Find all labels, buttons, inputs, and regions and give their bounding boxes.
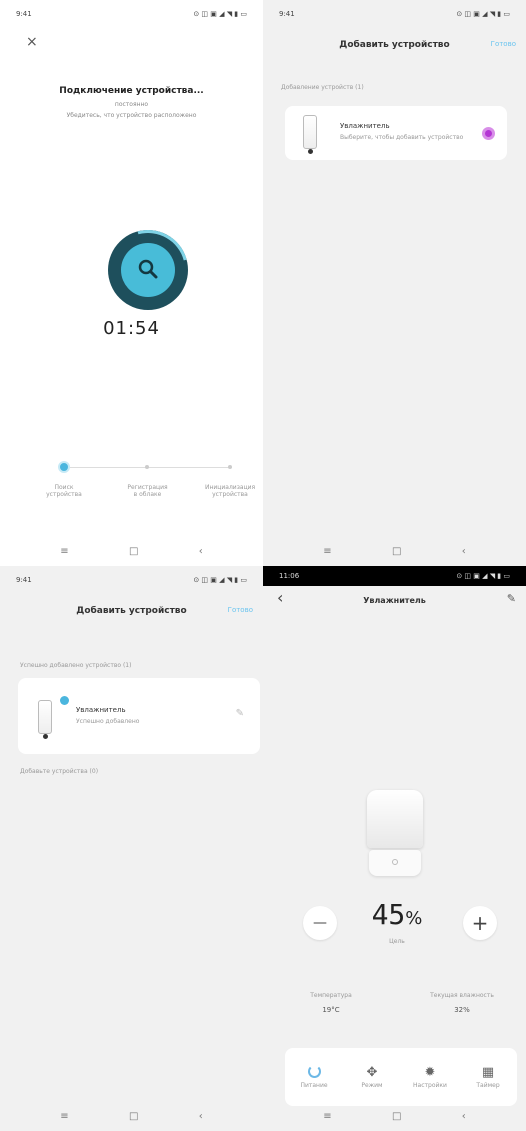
step-label: Регистрация в облаке (127, 484, 168, 498)
humidifier-image (367, 790, 423, 848)
page-title: Увлажнитель (363, 596, 426, 605)
grid-icon: ▦ (481, 1065, 495, 1080)
menu-nav-button[interactable]: ≡ (323, 1111, 331, 1122)
device-desc: Выберите, чтобы добавить устройство (340, 134, 464, 141)
step-dot-active (58, 461, 70, 473)
home-nav-button[interactable]: □ (129, 546, 138, 557)
page-title: Добавить устройство (339, 40, 450, 50)
device-name: Увлажнитель (76, 706, 126, 714)
home-nav-button[interactable]: □ (129, 1111, 138, 1122)
connecting-title: Подключение устройства... (59, 86, 204, 96)
status-icons: ⊙ ◫ ▣ ◢ ◥ ▮ ▭ (456, 10, 510, 18)
current-humidity-value: 32% (454, 1006, 470, 1014)
screenshot-grid: 9:41 ⊙ ◫ ▣ ◢ ◥ ▮ ▭ × Подключение устройс… (0, 0, 526, 1131)
device-added-panel: 9:41 ⊙ ◫ ▣ ◢ ◥ ▮ ▭ Добавить устройство Г… (0, 566, 263, 1131)
status-time: 9:41 (279, 10, 295, 18)
tab-timer[interactable]: ▦ Таймер (463, 1065, 513, 1089)
humidifier-control-panel: 11:06 ⊙ ◫ ▣ ◢ ◥ ▮ ▭ ‹ Увлажнитель ✎ — 45… (263, 566, 526, 1131)
current-humidity-label: Текущая влажность (430, 992, 494, 999)
done-button[interactable]: Готово (491, 40, 516, 48)
step-label: Поиск устройства (46, 484, 82, 498)
tab-settings[interactable]: ✹ Настройки (405, 1065, 455, 1089)
tab-label: Настройки (413, 1082, 447, 1089)
humidifier-icon (303, 115, 317, 154)
control-tabs: Питание ✥ Режим ✹ Настройки ▦ Таймер (285, 1048, 517, 1106)
page-title: Добавить устройство (76, 606, 187, 616)
section-label: Успешно добавлено устройство (1) (20, 662, 132, 669)
status-icons: ⊙ ◫ ▣ ◢ ◥ ▮ ▭ (456, 572, 510, 580)
back-nav-button[interactable]: ‹ (462, 1111, 466, 1122)
status-icons: ⊙ ◫ ▣ ◢ ◥ ▮ ▭ (193, 10, 247, 18)
home-nav-button[interactable]: □ (392, 1111, 401, 1122)
device-card[interactable]: Увлажнитель Успешно добавлено ✎ (18, 678, 260, 754)
system-nav-bar: ≡ □ ‹ (0, 536, 263, 566)
increase-button[interactable]: + (463, 906, 497, 940)
step-dot (228, 465, 232, 469)
tab-label: Таймер (476, 1082, 500, 1089)
close-icon[interactable]: × (26, 34, 38, 50)
status-bar: 9:41 ⊙ ◫ ▣ ◢ ◥ ▮ ▭ (0, 0, 263, 28)
tab-label: Питание (300, 1082, 328, 1089)
added-badge-icon (60, 696, 69, 705)
edit-icon[interactable]: ✎ (236, 708, 244, 719)
temperature-label: Температура (310, 992, 352, 999)
humidifier-icon (38, 700, 52, 739)
add-device-panel: 9:41 ⊙ ◫ ▣ ◢ ◥ ▮ ▭ Добавить устройство Г… (263, 0, 526, 566)
mode-icon: ✥ (366, 1065, 378, 1080)
humidity-value: 45 (371, 898, 406, 931)
edit-icon[interactable]: ✎ (507, 592, 516, 605)
device-card[interactable]: Увлажнитель Выберите, чтобы добавить уст… (285, 106, 507, 160)
menu-nav-button[interactable]: ≡ (323, 546, 331, 557)
menu-nav-button[interactable]: ≡ (60, 546, 68, 557)
countdown-timer: 01:54 (103, 318, 160, 339)
connecting-hint: Убедитесь, что устройство расположено (66, 112, 197, 119)
humidifier-light-icon (392, 859, 398, 865)
connecting-panel: 9:41 ⊙ ◫ ▣ ◢ ◥ ▮ ▭ × Подключение устройс… (0, 0, 263, 566)
tab-label: Режим (361, 1082, 383, 1089)
back-nav-button[interactable]: ‹ (462, 546, 466, 557)
section-label: Добавление устройств (1) (281, 84, 364, 91)
status-bar: 11:06 ⊙ ◫ ▣ ◢ ◥ ▮ ▭ (263, 566, 526, 586)
done-button[interactable]: Готово (228, 606, 253, 614)
status-bar: 9:41 ⊙ ◫ ▣ ◢ ◥ ▮ ▭ (0, 566, 263, 594)
device-name: Увлажнитель (340, 122, 390, 130)
humidity-unit: % (405, 908, 423, 929)
system-nav-bar: ≡ □ ‹ (0, 1101, 263, 1131)
home-nav-button[interactable]: □ (392, 546, 401, 557)
step-dot (145, 465, 149, 469)
temperature-value: 19°C (322, 1006, 340, 1014)
connecting-subtitle: постоянно (114, 101, 149, 108)
status-bar: 9:41 ⊙ ◫ ▣ ◢ ◥ ▮ ▭ (263, 0, 526, 28)
section-label: Добавьте устройства (0) (20, 768, 99, 775)
back-nav-button[interactable]: ‹ (199, 546, 203, 557)
status-icons: ⊙ ◫ ▣ ◢ ◥ ▮ ▭ (193, 576, 247, 584)
tab-mode[interactable]: ✥ Режим (347, 1065, 397, 1089)
status-time: 11:06 (279, 572, 300, 580)
status-time: 9:41 (16, 576, 32, 584)
humidity-value-row: 45% (367, 898, 427, 931)
system-nav-bar: ≡ □ ‹ (263, 1101, 526, 1131)
search-icon (138, 259, 158, 279)
gear-icon: ✹ (424, 1065, 436, 1080)
radio-selected-icon[interactable] (482, 127, 495, 140)
device-desc: Успешно добавлено (76, 718, 140, 725)
system-nav-bar: ≡ □ ‹ (263, 536, 526, 566)
step-label: Инициализация устройства (205, 484, 256, 498)
menu-nav-button[interactable]: ≡ (60, 1111, 68, 1122)
back-nav-button[interactable]: ‹ (199, 1111, 203, 1122)
status-time: 9:41 (16, 10, 32, 18)
power-icon (307, 1065, 321, 1078)
decrease-button[interactable]: — (303, 906, 337, 940)
humidity-label: Цель (389, 938, 405, 945)
tab-power[interactable]: Питание (289, 1065, 339, 1089)
